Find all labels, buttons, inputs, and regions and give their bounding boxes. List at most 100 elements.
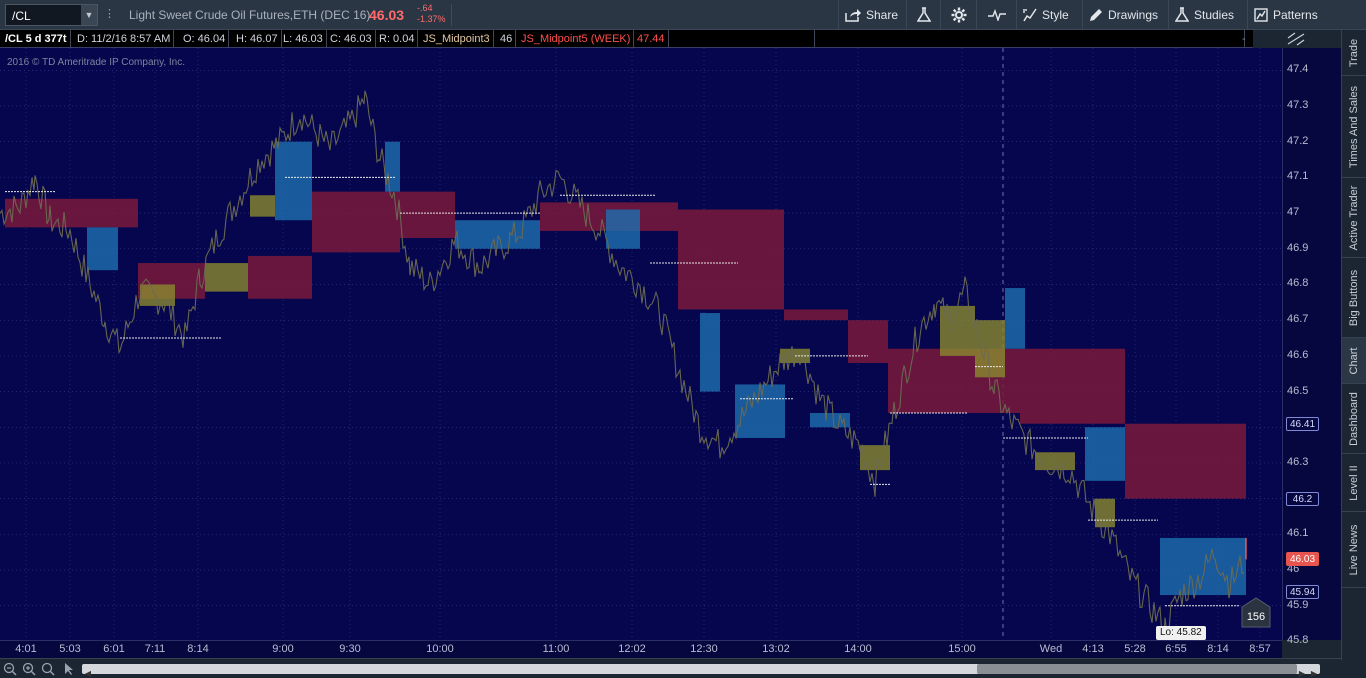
sidebar-tab-active-trader[interactable]: Active Trader <box>1342 178 1366 258</box>
change-percent: -1.37% <box>417 14 446 24</box>
sidebar-tab-level-ii[interactable]: Level II <box>1342 454 1366 512</box>
chart-title: /CL 5 d 377t <box>2 30 71 48</box>
zoom-out-icon[interactable] <box>3 662 17 676</box>
midpoint-zone <box>700 313 720 392</box>
midpoint-zone <box>275 141 312 221</box>
sidebar-tab-trade[interactable]: Trade <box>1342 30 1366 76</box>
midpoint-zone <box>940 305 975 356</box>
time-label: 5:28 <box>1124 643 1146 655</box>
time-label: 10:00 <box>426 643 454 655</box>
pencil-icon <box>1090 9 1102 21</box>
patterns-button[interactable]: Patterns <box>1247 0 1341 30</box>
style-icon <box>1023 8 1037 22</box>
bar-low: L: 46.03 <box>280 30 327 48</box>
sidebar-tab-label: Chart <box>1348 347 1360 374</box>
zoom-reset-icon[interactable] <box>41 662 55 676</box>
midpoint-zone <box>784 309 848 321</box>
change-value: -.64 <box>417 3 433 13</box>
bar-date: D: 11/2/16 8:57 AM <box>74 30 175 48</box>
sidebar-tab-label: Level II <box>1348 464 1360 501</box>
share-label: Share <box>866 8 899 22</box>
scroll-left-icon[interactable]: ◀ <box>83 669 93 678</box>
chart-canvas[interactable]: 2016 © TD Ameritrade IP Company, Inc. <box>0 48 1282 640</box>
midpoint-zone <box>250 195 275 217</box>
price-axis[interactable]: 47.4 47.3 47.2 47.1 47 46.9 46.8 46.7 46.6 46.5 46… <box>1282 32 1341 646</box>
midpoint-zone <box>312 191 400 253</box>
indicator1-name: JS_Midpoint3 <box>420 30 494 48</box>
sidebar-tab-live-news[interactable]: Live News <box>1342 512 1366 588</box>
header-menu-icon[interactable]: - <box>1242 30 1246 48</box>
midpoint-zone <box>606 209 640 249</box>
sidebar-tab-chart[interactable]: Chart <box>1342 338 1366 384</box>
midpoint-zone <box>1005 288 1025 349</box>
studies-label: Studies <box>1194 8 1235 22</box>
pulse-icon <box>987 9 1006 21</box>
time-label: 12:30 <box>690 643 718 655</box>
price-label: 46.6 <box>1287 348 1309 361</box>
price-change: -.64 -1.37% <box>417 3 446 25</box>
bar-open: O: 46.04 <box>180 30 230 48</box>
midpoint-zone <box>1085 427 1125 481</box>
midpoint-zone <box>1020 348 1125 424</box>
price-label: 46.8 <box>1287 277 1309 290</box>
time-label: 4:01 <box>15 643 37 655</box>
time-label: 5:03 <box>59 643 81 655</box>
scrollbar-thumb[interactable] <box>977 664 1297 674</box>
sidebar-tab-label: Dashboard <box>1348 391 1360 446</box>
bar-high: H: 46.07 <box>233 30 282 48</box>
drawings-label: Drawings <box>1108 8 1159 22</box>
midpoint-zone <box>848 320 888 364</box>
midpoint-zone <box>1125 423 1246 499</box>
link-icon[interactable]: ⋮ <box>104 7 115 23</box>
time-label: 12:02 <box>618 643 646 655</box>
scroll-end-icon[interactable]: ▶ <box>1309 669 1319 678</box>
bubble-count-badge[interactable]: 156 <box>1240 597 1272 629</box>
price-tag: 46.41 <box>1286 416 1319 431</box>
sidebar-tab-dashboard[interactable]: Dashboard <box>1342 384 1366 454</box>
right-sidebar: Trade Times And Sales Active Trader Big But… <box>1341 30 1366 660</box>
settings-button[interactable] <box>940 0 976 30</box>
zoom-in-icon[interactable] <box>22 662 36 676</box>
sidebar-tab-label: Live News <box>1348 524 1360 575</box>
price-label: 46.1 <box>1287 527 1309 540</box>
bar-range: R: 0.04 <box>376 30 419 48</box>
instrument-name: Light Sweet Crude Oil Futures,ETH (DEC 1… <box>129 8 371 22</box>
price-chart <box>0 48 1282 640</box>
pointer-icon[interactable] <box>62 662 76 676</box>
horizontal-scrollbar[interactable]: ◀ ▶ ▶ <box>82 664 1320 678</box>
time-label: 6:01 <box>103 643 125 655</box>
time-label: 4:13 <box>1082 643 1104 655</box>
indicator1-value: 46 <box>497 30 517 48</box>
sidebar-tab-times-and-sales[interactable]: Times And Sales <box>1342 76 1366 178</box>
drawings-button[interactable]: Drawings <box>1082 0 1164 30</box>
style-button[interactable]: Style <box>1016 0 1075 30</box>
time-label: Wed <box>1039 643 1063 655</box>
patterns-label: Patterns <box>1273 8 1318 22</box>
studies-button[interactable]: Studies <box>1168 0 1240 30</box>
symbol-selector[interactable]: /CL ▼ <box>5 4 98 26</box>
sidebar-tab-big-buttons[interactable]: Big Buttons <box>1342 258 1366 338</box>
patterns-icon <box>1254 8 1268 22</box>
copyright-watermark: 2016 © TD Ameritrade IP Company, Inc. <box>7 57 186 68</box>
share-button[interactable]: Share <box>838 0 904 30</box>
midpoint-zone <box>1160 537 1246 596</box>
indicator2-value: 47.44 <box>634 30 669 48</box>
symbol-text[interactable]: /CL <box>12 9 31 23</box>
toolbar: /CL ▼ ⋮ Light Sweet Crude Oil Futures,ET… <box>0 0 1366 30</box>
indicator2-name: JS_Midpoint5 (WEEK) <box>518 30 635 48</box>
pulse-button[interactable] <box>976 0 1016 30</box>
price-label: 47.2 <box>1287 134 1309 147</box>
midpoint-zone <box>385 141 400 192</box>
scroll-right-icon[interactable]: ▶ <box>1297 669 1307 678</box>
time-label: 8:14 <box>1207 643 1229 655</box>
last-price: 46.03 <box>369 7 405 23</box>
chevron-down-icon[interactable]: ▼ <box>81 5 97 25</box>
price-label: 47.4 <box>1287 63 1309 76</box>
price-label: 45.8 <box>1287 634 1309 647</box>
time-axis[interactable]: 4:01 5:03 6:01 7:11 8:14 9:00 9:30 10:00 11:00 12… <box>0 640 1282 658</box>
auto-scale-icon[interactable] <box>1287 32 1305 46</box>
time-label: 9:30 <box>339 643 361 655</box>
flask-button[interactable] <box>906 0 940 30</box>
price-label: 46.5 <box>1287 384 1309 397</box>
time-label: 13:02 <box>762 643 790 655</box>
